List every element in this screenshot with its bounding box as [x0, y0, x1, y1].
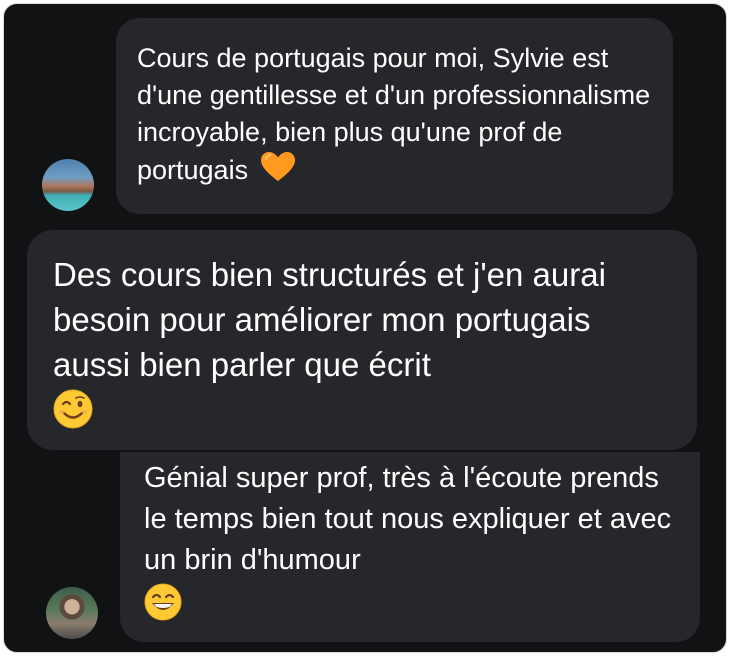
message-bubble: Cours de portugais pour moi, Sylvie est …: [116, 18, 673, 214]
message-text: Génial super prof, très à l'écoute prend…: [144, 462, 672, 576]
avatar[interactable]: [46, 587, 98, 639]
grinning-face-icon: [144, 583, 678, 633]
orange-heart-icon: [260, 151, 296, 193]
message-text: Des cours bien structurés et j'en aurai …: [53, 256, 606, 383]
message-bubble: Génial super prof, très à l'écoute prend…: [120, 452, 700, 642]
message-bubble: Des cours bien structurés et j'en aurai …: [27, 230, 697, 450]
chat-panel: Cours de portugais pour moi, Sylvie est …: [3, 3, 727, 653]
message-text: Cours de portugais pour moi, Sylvie est …: [137, 43, 651, 185]
avatar[interactable]: [42, 159, 94, 211]
winking-face-icon: [53, 389, 671, 440]
